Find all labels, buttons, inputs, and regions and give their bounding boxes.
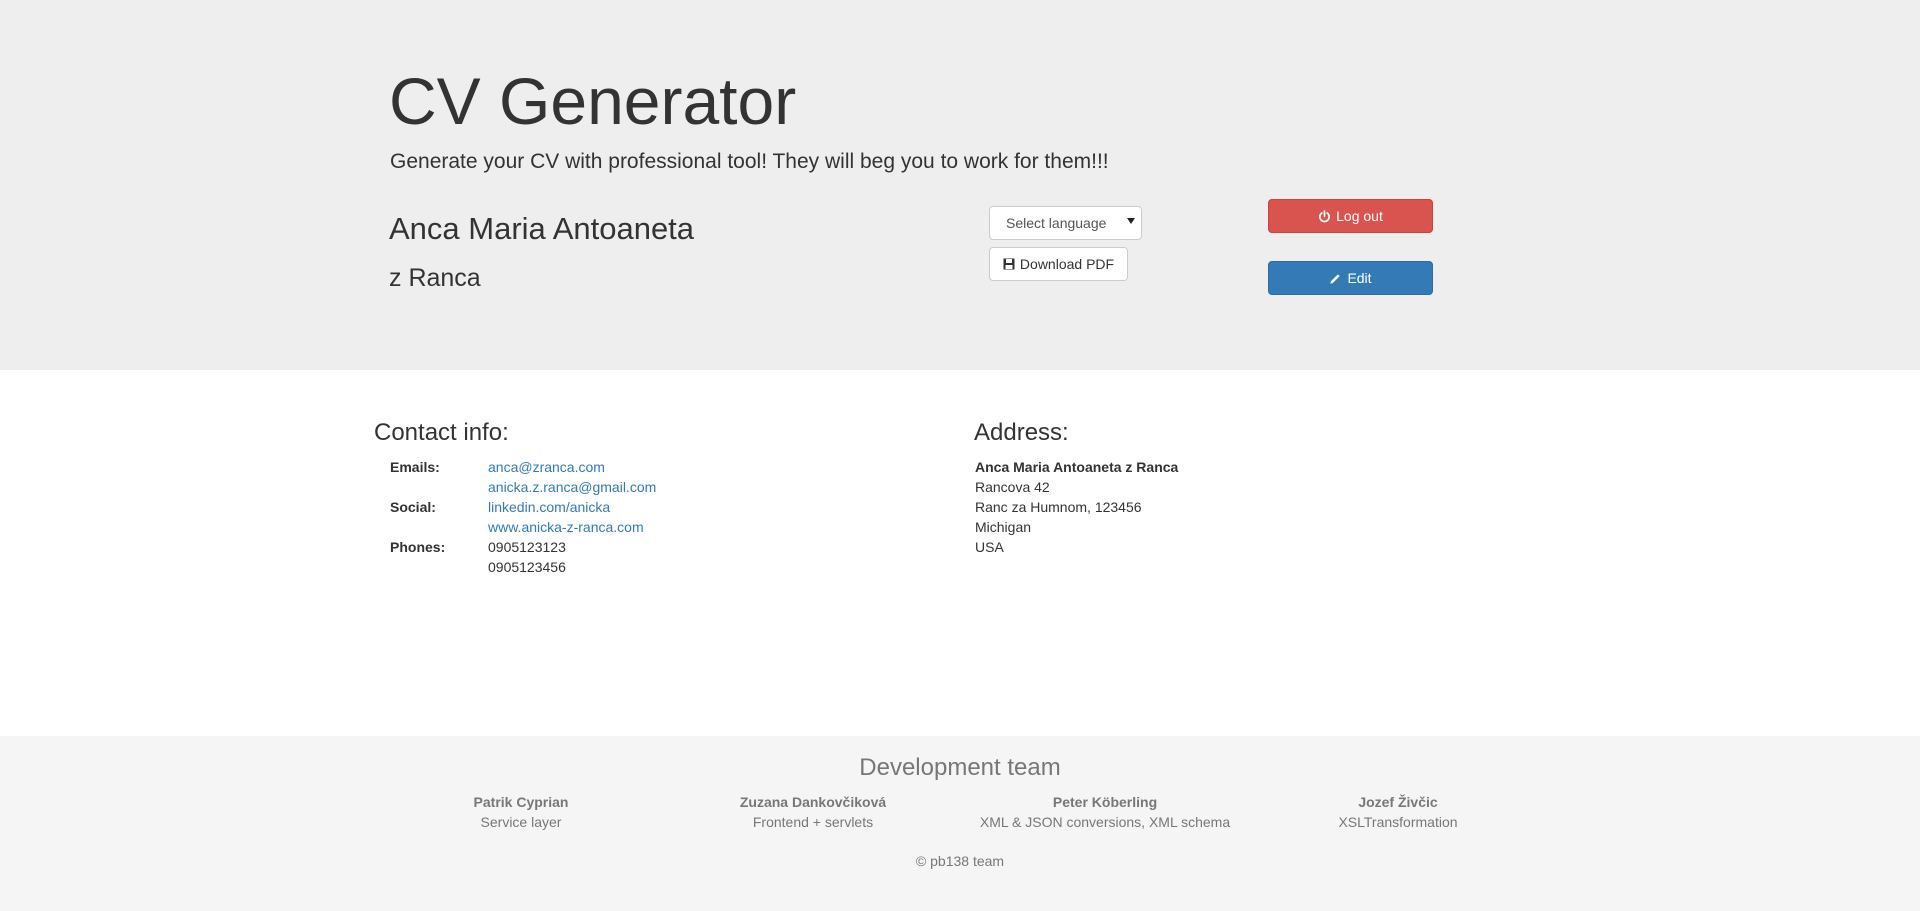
team-member: Patrik Cyprian Service layer bbox=[371, 792, 671, 832]
address-country: USA bbox=[975, 539, 1004, 555]
copyright: © pb138 team bbox=[915, 853, 1005, 869]
address-city: Ranc za Humnom, 123456 bbox=[975, 499, 1142, 515]
team-member-name: Zuzana Dankovčiková bbox=[739, 794, 887, 810]
power-icon bbox=[1318, 209, 1331, 223]
header-jumbotron bbox=[0, 0, 1920, 370]
page-subtitle: Generate your CV with professional tool!… bbox=[390, 150, 1109, 173]
email-link[interactable]: anca@zranca.com bbox=[488, 457, 605, 477]
social-label: Social: bbox=[390, 499, 436, 515]
address-heading: Address: bbox=[974, 419, 1069, 446]
language-select[interactable]: Select language bbox=[989, 206, 1142, 240]
logout-button[interactable]: Log out bbox=[1268, 199, 1433, 233]
logout-label: Log out bbox=[1336, 208, 1383, 224]
person-name: Anca Maria Antoaneta bbox=[389, 211, 695, 246]
email-link[interactable]: anicka.z.ranca@gmail.com bbox=[488, 477, 656, 497]
team-member-name: Peter Köberling bbox=[1052, 794, 1158, 810]
team-member-role: XSLTransformation bbox=[1338, 814, 1458, 830]
chevron-down-icon bbox=[1127, 218, 1135, 224]
team-member-role: Service layer bbox=[480, 814, 562, 830]
download-pdf-label: Download PDF bbox=[1019, 256, 1115, 272]
edit-button[interactable]: Edit bbox=[1268, 261, 1433, 295]
phone-number: 0905123456 bbox=[488, 559, 566, 575]
team-member: Peter Köberling XML & JSON conversions, … bbox=[955, 792, 1255, 832]
download-pdf-button[interactable]: Download PDF bbox=[989, 247, 1128, 281]
contact-heading: Contact info: bbox=[374, 419, 509, 446]
team-member-name: Patrik Cyprian bbox=[473, 794, 569, 810]
address-state: Michigan bbox=[975, 519, 1032, 535]
phones-label: Phones: bbox=[390, 539, 446, 555]
person-surname: z Ranca bbox=[389, 264, 481, 292]
phone-number: 0905123123 bbox=[488, 539, 566, 555]
social-link[interactable]: linkedin.com/anicka bbox=[488, 497, 610, 517]
floppy-disk-icon bbox=[1003, 258, 1015, 270]
team-member-name: Jozef Živčic bbox=[1358, 794, 1438, 810]
address-name: Anca Maria Antoaneta z Ranca bbox=[975, 459, 1179, 475]
page-title: CV Generator bbox=[389, 64, 797, 138]
social-link[interactable]: www.anicka-z-ranca.com bbox=[488, 517, 644, 537]
edit-label: Edit bbox=[1347, 270, 1372, 286]
footer-title: Development team bbox=[859, 754, 1061, 781]
team-member-role: XML & JSON conversions, XML schema bbox=[979, 814, 1231, 830]
team-member: Jozef Živčic XSLTransformation bbox=[1248, 792, 1548, 832]
pencil-icon bbox=[1329, 272, 1342, 285]
team-member: Zuzana Dankovčiková Frontend + servlets bbox=[663, 792, 963, 832]
team-member-role: Frontend + servlets bbox=[752, 814, 874, 830]
emails-label: Emails: bbox=[390, 459, 440, 475]
language-select-label: Select language bbox=[1006, 215, 1107, 231]
address-street: Rancova 42 bbox=[975, 479, 1050, 495]
